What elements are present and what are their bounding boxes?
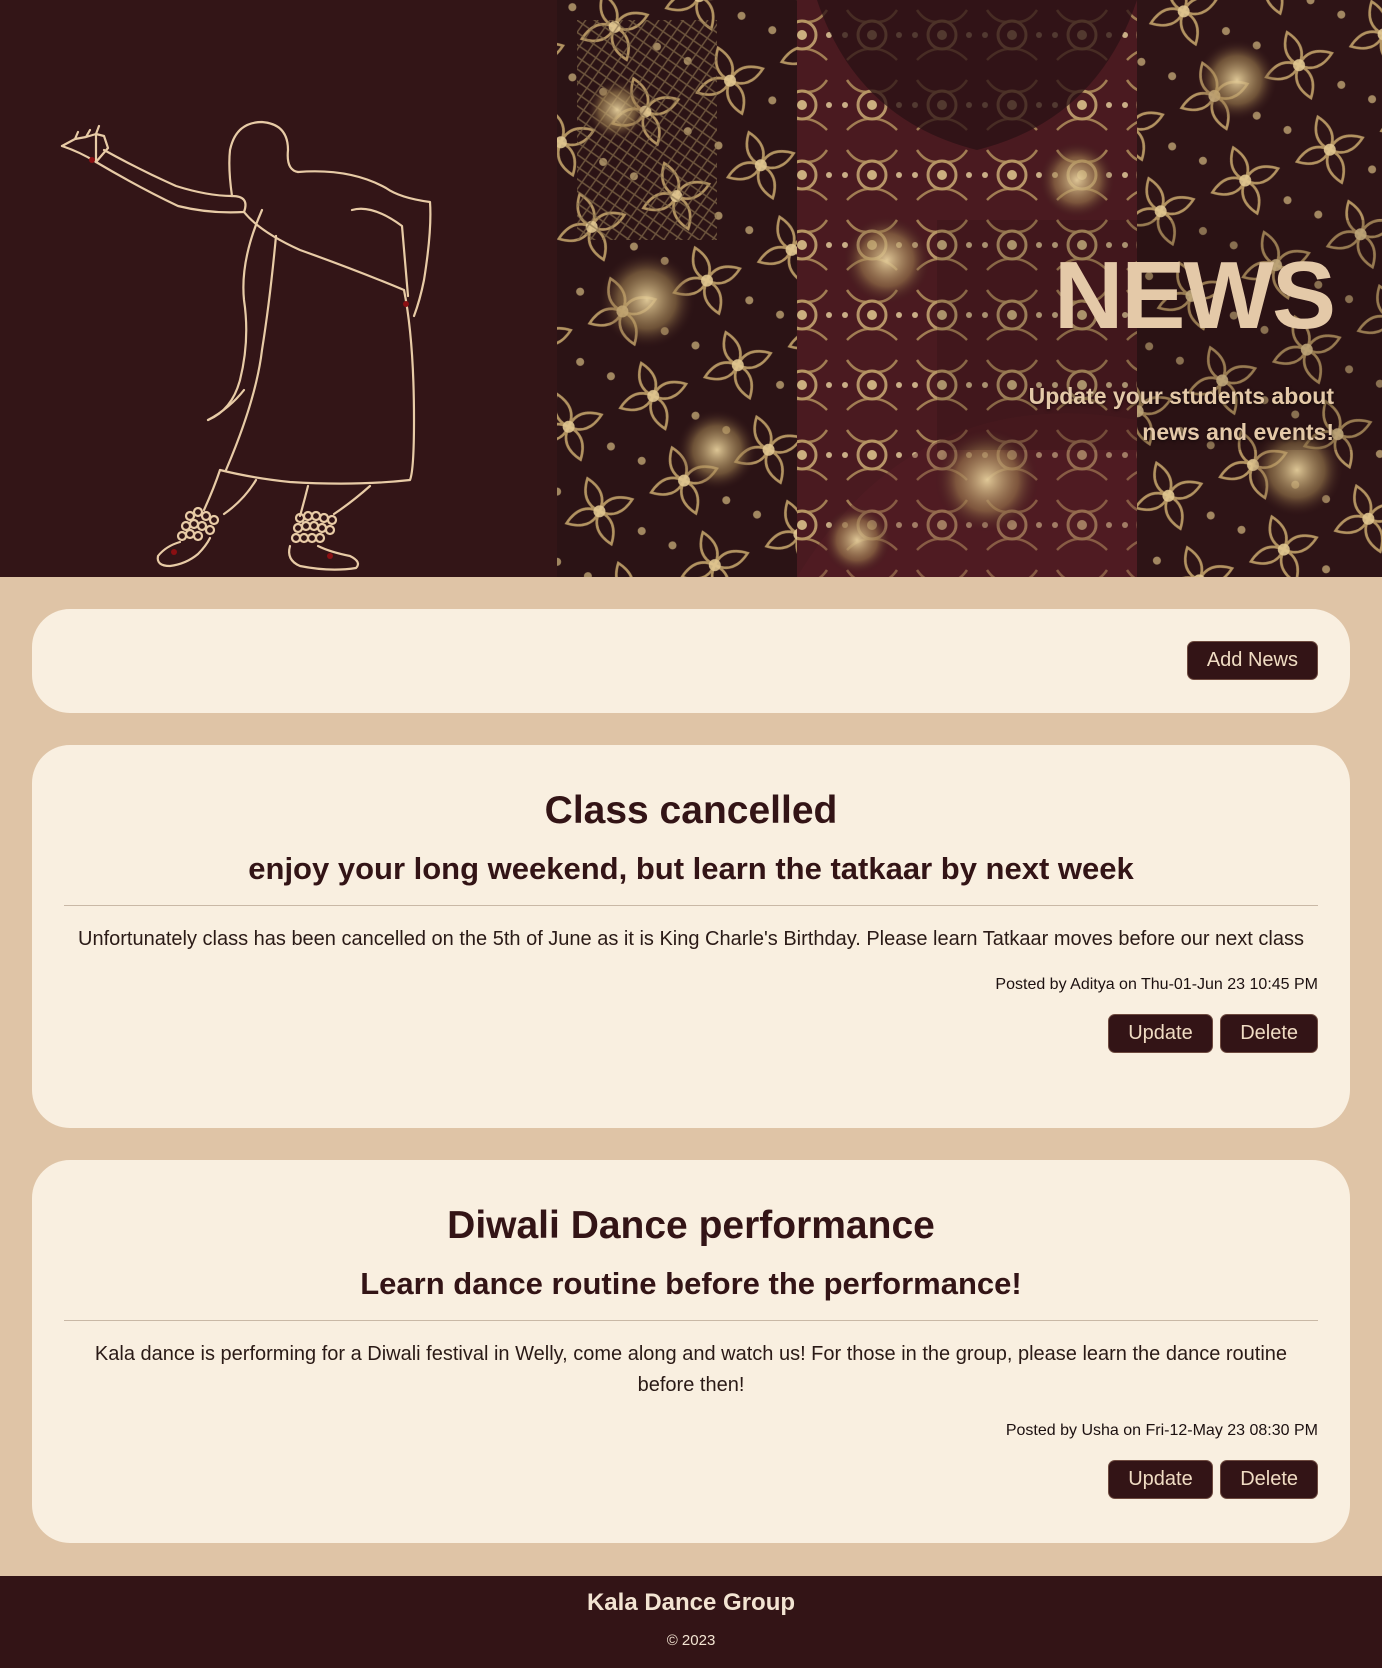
hero-text-block: NEWS Update your students about news and… bbox=[1004, 242, 1336, 450]
news-body: Kala dance is performing for a Diwali fe… bbox=[94, 1343, 1288, 1396]
dancer-illustration bbox=[0, 0, 557, 577]
news-meta: Posted by Aditya on Thu-01-Jun 23 10:45 … bbox=[995, 976, 1318, 993]
update-button[interactable]: Update bbox=[1108, 1460, 1213, 1499]
delete-button[interactable]: Delete bbox=[1220, 1014, 1318, 1053]
news-body: Unfortunately class has been cancelled o… bbox=[78, 928, 1304, 950]
news-title: Class cancelled bbox=[544, 789, 838, 832]
news-subtitle: Learn dance routine before the performan… bbox=[360, 1266, 1022, 1301]
delete-button[interactable]: Delete bbox=[1220, 1460, 1318, 1499]
main-content: Add News Class cancelled enjoy your long… bbox=[0, 577, 1382, 1607]
page-title: NEWS bbox=[1054, 242, 1336, 349]
news-card: Diwali Dance performance Learn dance rou… bbox=[32, 1160, 1350, 1543]
add-news-button[interactable]: Add News bbox=[1186, 641, 1318, 680]
news-title: Diwali Dance performance bbox=[447, 1204, 935, 1247]
news-subtitle: enjoy your long weekend, but learn the t… bbox=[248, 851, 1134, 886]
news-toolbar: Add News bbox=[32, 609, 1350, 713]
news-actions: Update Delete bbox=[64, 1014, 1318, 1053]
news-divider bbox=[64, 1320, 1318, 1321]
hero-subtitle: Update your students about news and even… bbox=[1028, 383, 1334, 445]
news-actions: Update Delete bbox=[64, 1460, 1318, 1499]
news-meta: Posted by Usha on Fri-12-May 23 08:30 PM bbox=[1005, 1422, 1318, 1439]
news-card: Class cancelled enjoy your long weekend,… bbox=[32, 745, 1350, 1128]
update-button[interactable]: Update bbox=[1108, 1014, 1213, 1053]
copyright-text: © 2023 bbox=[666, 1632, 716, 1649]
footer-title: Kala Dance Group bbox=[586, 1589, 796, 1616]
news-divider bbox=[64, 905, 1318, 906]
footer: Kala Dance Group © 2023 bbox=[0, 1576, 1382, 1668]
hero-banner: NEWS Update your students about news and… bbox=[0, 0, 1382, 577]
